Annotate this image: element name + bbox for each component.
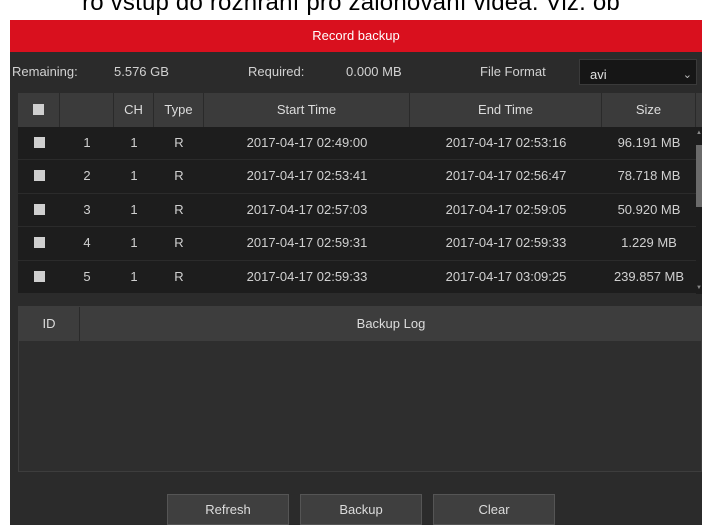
row-type: R [174,168,184,184]
row-checkbox[interactable] [18,261,60,293]
row-ch: 1 [130,168,138,184]
row-checkbox[interactable] [18,160,60,192]
scroll-down-icon[interactable]: ▼ [696,284,702,292]
row-ch: 1 [130,235,138,251]
row-size: 1.229 MB [621,235,677,251]
record-backup-dialog: Record backup Remaining: 5.576 GB Requir… [10,20,702,525]
scroll-up-icon[interactable]: ▲ [696,129,702,137]
table-header: CH Type Start Time End Time Size [18,93,702,127]
row-id: 1 [83,135,91,150]
required-label: Required: [248,64,305,79]
row-checkbox[interactable] [18,227,60,259]
header-end-time: End Time [410,93,602,127]
row-size: 50.920 MB [617,201,681,217]
header-start-time: Start Time [204,93,410,127]
scrollbar-thumb[interactable] [696,145,702,207]
table-scrollbar[interactable]: ▲ ▼ [696,127,702,294]
row-start-time: 2017-04-17 02:57:03 [246,201,368,217]
chevron-down-icon: ⌄ [682,69,692,81]
row-start-time: 2017-04-17 02:53:41 [246,168,368,184]
table-row[interactable]: 2 1 R 2017-04-17 02:53:41 2017-04-17 02:… [18,160,702,194]
checkbox-icon [33,203,45,215]
checkbox-icon [33,104,44,116]
row-ch: 1 [130,201,138,217]
record-table: CH Type Start Time End Time Size 1 1 R 2… [18,93,702,294]
row-end-time: 2017-04-17 02:56:47 [445,168,567,184]
document-caption: ro vstup do rozhraní pro zálohování vide… [82,0,620,16]
row-size: 239.857 MB [613,268,685,284]
table-row[interactable]: 4 1 R 2017-04-17 02:59:31 2017-04-17 02:… [18,227,702,261]
row-id: 2 [83,168,91,184]
clear-button[interactable]: Clear [433,494,555,525]
header-ch: CH [114,93,154,127]
row-end-time: 2017-04-17 03:09:25 [445,268,567,284]
file-format-label: File Format [480,64,546,79]
row-checkbox[interactable] [18,194,60,226]
header-type: Type [154,93,204,127]
row-end-time: 2017-04-17 02:53:16 [445,135,567,150]
row-ch: 1 [130,268,138,284]
table-row[interactable]: 3 1 R 2017-04-17 02:57:03 2017-04-17 02:… [18,194,702,228]
checkbox-icon [33,137,45,149]
info-row: Remaining: 5.576 GB Required: 0.000 MB F… [10,57,702,87]
file-format-select[interactable]: avi ⌄ [579,59,697,85]
refresh-button[interactable]: Refresh [167,494,289,525]
remaining-value: 5.576 GB [114,64,169,79]
row-id: 4 [83,235,91,251]
backup-log-panel: ID Backup Log [18,306,702,472]
row-type: R [174,268,184,284]
row-start-time: 2017-04-17 02:49:00 [246,135,368,150]
backup-log-header: ID Backup Log [19,307,701,341]
row-start-time: 2017-04-17 02:59:33 [246,268,368,284]
row-type: R [174,235,184,251]
row-size: 78.718 MB [617,168,681,184]
log-header-title: Backup Log [356,316,426,331]
dialog-title: Record backup [10,20,702,52]
log-header-id: ID [19,307,80,341]
row-size: 96.191 MB [617,135,681,150]
header-size: Size [602,93,696,127]
checkbox-icon [33,237,45,249]
backup-button[interactable]: Backup [300,494,422,525]
header-id [60,93,114,127]
file-format-value: avi [590,67,607,82]
select-all-checkbox[interactable] [18,93,60,127]
row-start-time: 2017-04-17 02:59:31 [246,235,368,251]
table-row[interactable]: 1 1 R 2017-04-17 02:49:00 2017-04-17 02:… [18,127,702,161]
row-id: 3 [83,201,91,217]
remaining-label: Remaining: [12,64,78,79]
row-type: R [174,201,184,217]
row-type: R [174,135,184,150]
row-end-time: 2017-04-17 02:59:05 [445,201,567,217]
row-checkbox[interactable] [18,127,60,159]
required-value: 0.000 MB [346,64,402,79]
checkbox-icon [33,270,45,282]
row-ch: 1 [130,135,138,150]
table-row[interactable]: 5 1 R 2017-04-17 02:59:33 2017-04-17 03:… [18,261,702,294]
checkbox-icon [33,170,45,182]
row-id: 5 [83,268,91,284]
row-end-time: 2017-04-17 02:59:33 [445,235,567,251]
